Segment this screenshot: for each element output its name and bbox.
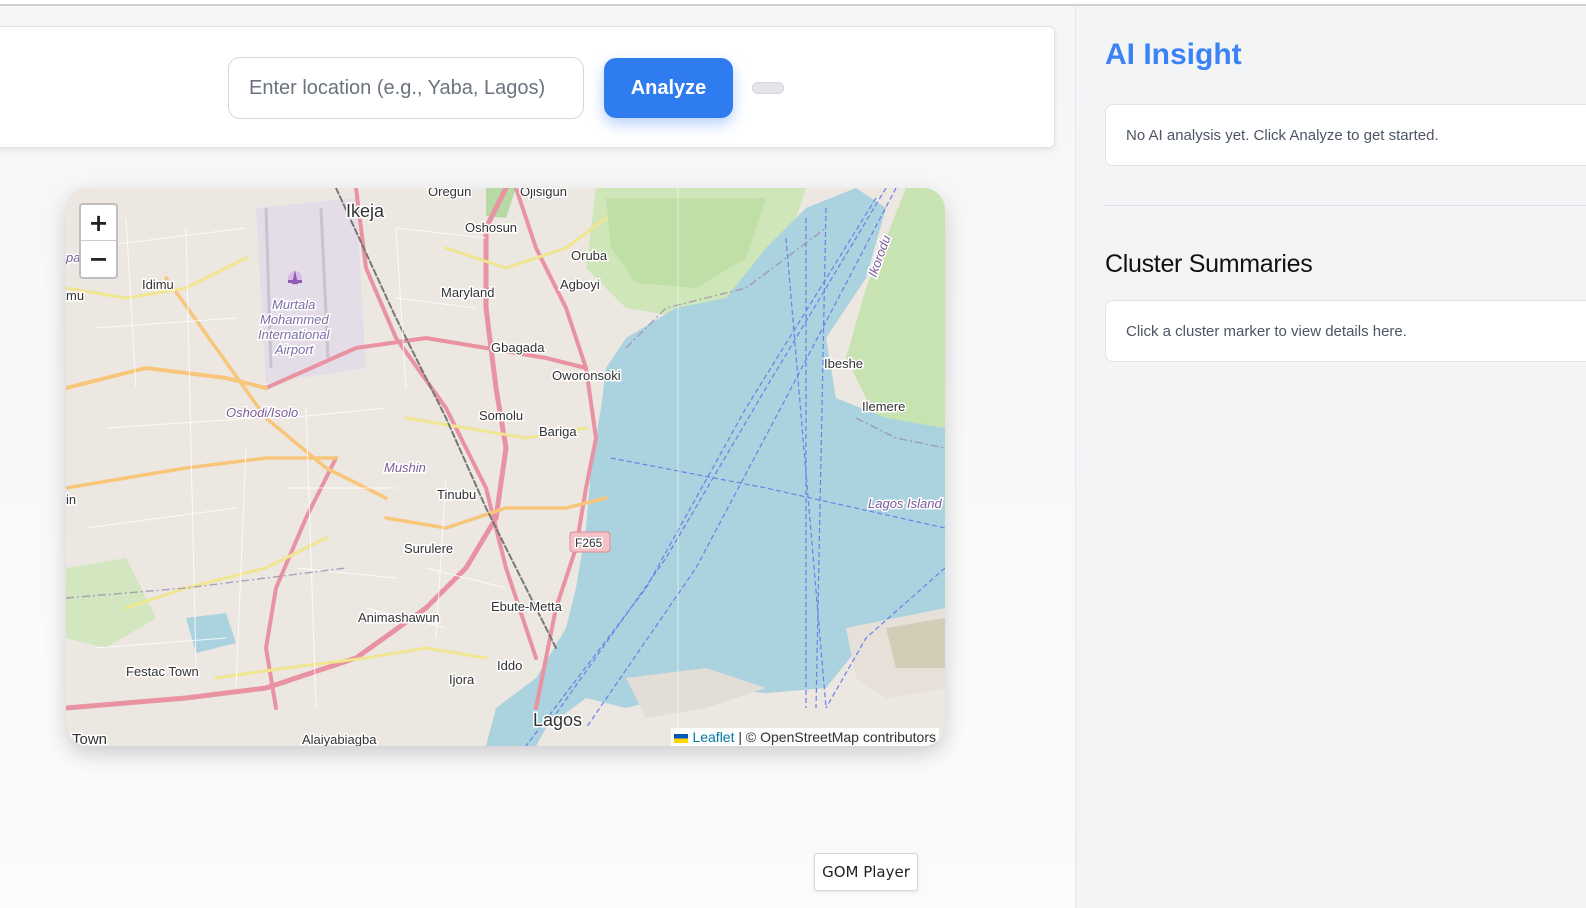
sidebar-divider bbox=[1105, 205, 1586, 206]
map-label-mushin: Mushin bbox=[384, 460, 426, 475]
map-label-mu: mu bbox=[66, 288, 84, 303]
map-label-oworonsoki: Oworonsoki bbox=[552, 368, 621, 383]
toggle-pill[interactable] bbox=[752, 82, 784, 94]
map-label-gbagada: Gbagada bbox=[491, 340, 545, 355]
map-label-ijora: Ijora bbox=[449, 672, 475, 687]
map-label-oregun: Oregun bbox=[428, 188, 471, 199]
attribution-text: | © OpenStreetMap contributors bbox=[738, 729, 936, 745]
map-label-ebute-metta: Ebute-Metta bbox=[491, 599, 563, 614]
map-tiles: Oregun Ojisigun Ikeja Oshosun Oruba Agbo… bbox=[66, 188, 945, 746]
map-label-town: Town bbox=[72, 731, 107, 746]
map-attribution: Leaflet | © OpenStreetMap contributors bbox=[671, 728, 939, 746]
cluster-summaries-title: Cluster Summaries bbox=[1105, 250, 1313, 278]
ai-insight-card: No AI analysis yet. Click Analyze to get… bbox=[1105, 104, 1586, 166]
map-label-lagos: Lagos bbox=[533, 710, 582, 730]
map-label-ojisigun: Ojisigun bbox=[520, 188, 567, 199]
cluster-summary-message: Click a cluster marker to view details h… bbox=[1126, 322, 1407, 340]
map-label-lagos-island: Lagos Island bbox=[868, 496, 942, 511]
ai-insight-title: AI Insight bbox=[1105, 38, 1242, 71]
map-label-airport-2: Mohammed bbox=[260, 312, 329, 327]
map-label-tinubu: Tinubu bbox=[437, 487, 476, 502]
map-label-ilemere: Ilemere bbox=[862, 399, 905, 414]
zoom-in-button[interactable]: + bbox=[81, 205, 116, 241]
map-label-oshodi: Oshodi/Isolo bbox=[226, 405, 298, 420]
map-label-surulere: Surulere bbox=[404, 541, 453, 556]
ai-insight-message: No AI analysis yet. Click Analyze to get… bbox=[1126, 126, 1439, 144]
map-label-airport-1: Murtala bbox=[272, 297, 315, 312]
cluster-summary-card: Click a cluster marker to view details h… bbox=[1105, 300, 1586, 362]
map-label-airport-4: Airport bbox=[274, 342, 315, 357]
map-label-ibeshe: Ibeshe bbox=[824, 356, 863, 371]
analyze-button[interactable]: Analyze bbox=[604, 58, 733, 118]
map-label-festac: Festac Town bbox=[126, 664, 199, 679]
map-label-somolu: Somolu bbox=[479, 408, 523, 423]
map-view[interactable]: Oregun Ojisigun Ikeja Oshosun Oruba Agbo… bbox=[66, 188, 945, 746]
ukraine-flag-icon bbox=[674, 733, 689, 743]
location-input[interactable] bbox=[228, 57, 584, 119]
map-label-alaiyabiagba: Alaiyabiagba bbox=[302, 732, 377, 746]
search-toolbar: Analyze bbox=[0, 26, 1055, 148]
main-panel: Analyze bbox=[0, 6, 1075, 908]
taskbar-tooltip: GOM Player bbox=[814, 853, 918, 891]
map-label-idimu: Idimu bbox=[142, 277, 174, 292]
map-label-agboyi: Agboyi bbox=[560, 277, 600, 292]
map-label-bariga: Bariga bbox=[539, 424, 577, 439]
zoom-out-button[interactable]: − bbox=[81, 241, 116, 277]
insight-sidebar: AI Insight No AI analysis yet. Click Ana… bbox=[1075, 6, 1586, 908]
map-label-in: in bbox=[66, 492, 76, 507]
map-label-airport-3: International bbox=[258, 327, 331, 342]
map-label-iddo: Iddo bbox=[497, 658, 522, 673]
leaflet-link[interactable]: Leaflet bbox=[692, 729, 734, 745]
map-label-maryland: Maryland bbox=[441, 285, 494, 300]
map-label-oruba: Oruba bbox=[571, 248, 608, 263]
zoom-control: + − bbox=[79, 203, 118, 279]
map-label-f265: F265 bbox=[575, 536, 603, 550]
map-label-animashawun: Animashawun bbox=[358, 610, 440, 625]
map-label-oshosun: Oshosun bbox=[465, 220, 517, 235]
map-label-ikeja: Ikeja bbox=[346, 201, 385, 221]
